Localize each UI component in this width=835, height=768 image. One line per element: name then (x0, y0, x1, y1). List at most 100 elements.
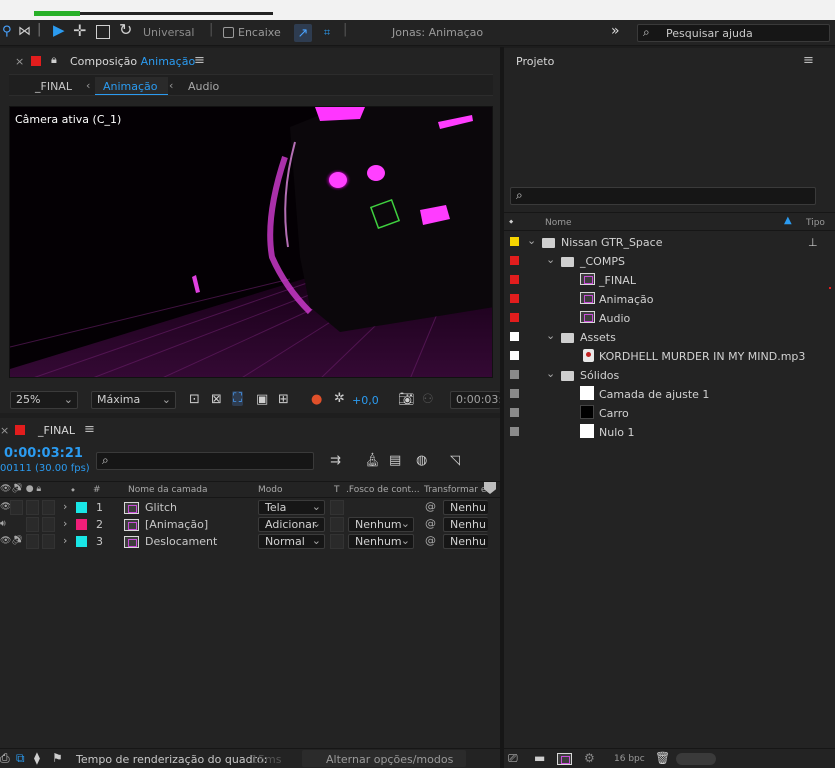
track-matte-select[interactable]: Nenhum ⌄ (348, 517, 414, 532)
list-item[interactable]: ⌄ _COMPS (504, 252, 830, 271)
frame-blending-icon[interactable]: ▤ (389, 454, 401, 467)
expand-pane-icon[interactable]: ⧫ (34, 752, 40, 764)
comp-flowchart-icon[interactable]: ⇉ (330, 454, 341, 467)
preserve-transparency-box[interactable] (330, 500, 344, 515)
rectangle-tool-icon[interactable] (96, 25, 110, 39)
layer-name[interactable]: Glitch (145, 501, 177, 514)
resolution-select[interactable]: Máxima ⌄ (91, 391, 176, 409)
pickwhip-icon[interactable]: @ (425, 500, 436, 513)
blend-mode-select[interactable]: Tela ⌄ (258, 500, 325, 515)
col-name[interactable]: Nome (545, 218, 572, 228)
snap-center-icon[interactable]: ⌗ (318, 24, 336, 42)
parent-select[interactable]: Nenhu (443, 517, 488, 532)
timeline-menu-icon[interactable]: ≡ (84, 422, 95, 437)
label-color[interactable] (510, 370, 519, 379)
exposure-reset-icon[interactable]: ✲ (334, 392, 345, 405)
layer-search-box[interactable]: ⌕ (96, 452, 314, 470)
composition-viewer[interactable] (9, 106, 493, 378)
bit-depth-label[interactable]: 16 bpc (614, 754, 645, 764)
breadcrumb-current-tab[interactable]: Animação (95, 77, 168, 95)
snapshot-icon[interactable]: 📷︎ (398, 393, 415, 406)
snap-toggle[interactable]: Encaixe (223, 26, 281, 39)
panel-menu-icon[interactable]: ≡ (194, 53, 205, 68)
label-color[interactable] (510, 389, 519, 398)
new-folder-icon[interactable]: ▬ (534, 752, 545, 764)
layer-audio-icon[interactable]: 🔊︎ (0, 519, 6, 529)
layer-row[interactable]: 👁︎ › 1 Glitch Tela ⌄ @ Nenhu (0, 499, 500, 516)
parent-select[interactable]: Nenhu (443, 500, 488, 515)
pickwhip-icon[interactable]: @ (425, 534, 436, 547)
parent-select[interactable]: Nenhu (443, 534, 488, 549)
layer-label-color[interactable] (76, 536, 87, 547)
move-tool-icon[interactable]: ✛ (73, 23, 86, 39)
col-layer-name[interactable]: Nome da camada (128, 485, 207, 495)
guides-icon[interactable]: ⊞ (278, 393, 289, 406)
comp-tab-title[interactable]: Composição Animação (70, 55, 195, 68)
chevron-down-icon[interactable]: ⌄ (546, 329, 555, 342)
layer-name[interactable]: Deslocament (145, 535, 217, 548)
col-mode[interactable]: Modo (258, 485, 283, 495)
help-search-box[interactable]: ⌕ Pesquisar ajuda (637, 24, 830, 42)
selection-tool-icon[interactable]: ▶ (53, 23, 65, 38)
col-track-matte[interactable]: .Fosco de cont... (346, 485, 420, 495)
list-item[interactable]: Carro (504, 404, 830, 423)
render-icon[interactable]: ⎙ (0, 752, 10, 764)
label-color[interactable] (510, 256, 519, 265)
list-item[interactable]: Camada de ajuste 1 (504, 385, 830, 404)
timeline-close-icon[interactable]: × (0, 424, 9, 437)
expand-workspaces-icon[interactable]: » (611, 23, 620, 39)
breadcrumb-audio[interactable]: Audio (188, 80, 219, 93)
label-color[interactable] (510, 237, 519, 246)
mask-visibility-icon[interactable]: ▣ (256, 393, 268, 406)
label-color[interactable] (510, 427, 519, 436)
exposure-value[interactable]: +0,0 (352, 394, 379, 407)
chevron-down-icon[interactable]: ⌄ (527, 234, 536, 247)
snap-edges-icon[interactable]: ↗ (294, 24, 312, 42)
lock-switch[interactable] (42, 517, 55, 532)
solo-switch[interactable] (26, 517, 39, 532)
solo-switch[interactable] (26, 500, 39, 515)
project-settings-icon[interactable]: ⚙ (584, 752, 595, 764)
current-time-field[interactable]: 0:00:03: (450, 391, 502, 409)
list-item[interactable]: _FINAL (504, 271, 830, 290)
pin-icon[interactable]: ⋈ (18, 25, 31, 38)
breadcrumb-final[interactable]: _FINAL (35, 80, 72, 93)
layer-name[interactable]: [Animação] (145, 518, 208, 531)
help-search-placeholder[interactable]: Pesquisar ajuda (666, 27, 753, 40)
blend-mode-select[interactable]: Normal ⌄ (258, 534, 325, 549)
graph-editor-icon[interactable]: ◹ (450, 454, 460, 467)
toggle-switches-modes-button[interactable]: Alternar opções/modos (302, 750, 466, 767)
hand-zoom-icon[interactable]: ⚲ (2, 25, 12, 38)
expand-layer-icon[interactable]: › (63, 517, 67, 530)
timing-icon[interactable]: ⚑ (52, 752, 63, 764)
col-type[interactable]: Tipo (806, 218, 825, 228)
region-of-interest-icon[interactable]: ⛶ (232, 391, 244, 406)
chevron-down-icon[interactable]: ⌄ (546, 367, 555, 380)
preserve-transparency-box[interactable] (330, 534, 344, 549)
expand-layer-icon[interactable]: › (63, 534, 67, 547)
col-parent[interactable]: Transformar e (424, 485, 486, 495)
blend-mode-select[interactable]: Adicionar ⌄ (258, 517, 325, 532)
layer-row[interactable]: 🔊︎ › 2 [Animação] Adicionar ⌄ Nenhum ⌄ @ N… (0, 516, 500, 533)
label-color[interactable] (510, 294, 519, 303)
rotate-tool-icon[interactable]: ↻ (119, 22, 132, 38)
label-color[interactable] (510, 275, 519, 284)
audio-switch[interactable] (10, 500, 23, 515)
preserve-transparency-box[interactable] (330, 517, 344, 532)
layer-row[interactable]: 👁︎🔊︎ › 3 Deslocament Normal ⌄ Nenhum ⌄ @ N… (0, 533, 500, 550)
pickwhip-icon[interactable]: @ (425, 517, 436, 530)
timeline-tab-name[interactable]: _FINAL (38, 424, 75, 437)
list-item[interactable]: ⌄ Assets (504, 328, 830, 347)
layer-label-color[interactable] (76, 519, 87, 530)
layer-visibility-icon[interactable]: 👁︎🔊︎ (0, 536, 23, 546)
lock-switch[interactable] (42, 534, 55, 549)
lock-switch[interactable] (42, 500, 55, 515)
trash-icon[interactable]: 🗑︎ (655, 752, 670, 764)
label-color[interactable] (510, 313, 519, 322)
current-time-display[interactable]: 0:00:03:21 (4, 446, 83, 461)
zoom-select[interactable]: 25% ⌄ (10, 391, 78, 409)
chevron-down-icon[interactable]: ⌄ (546, 253, 555, 266)
close-icon[interactable]: × (15, 55, 24, 68)
new-composition-icon[interactable] (557, 753, 572, 765)
project-menu-icon[interactable]: ≡ (803, 53, 814, 68)
